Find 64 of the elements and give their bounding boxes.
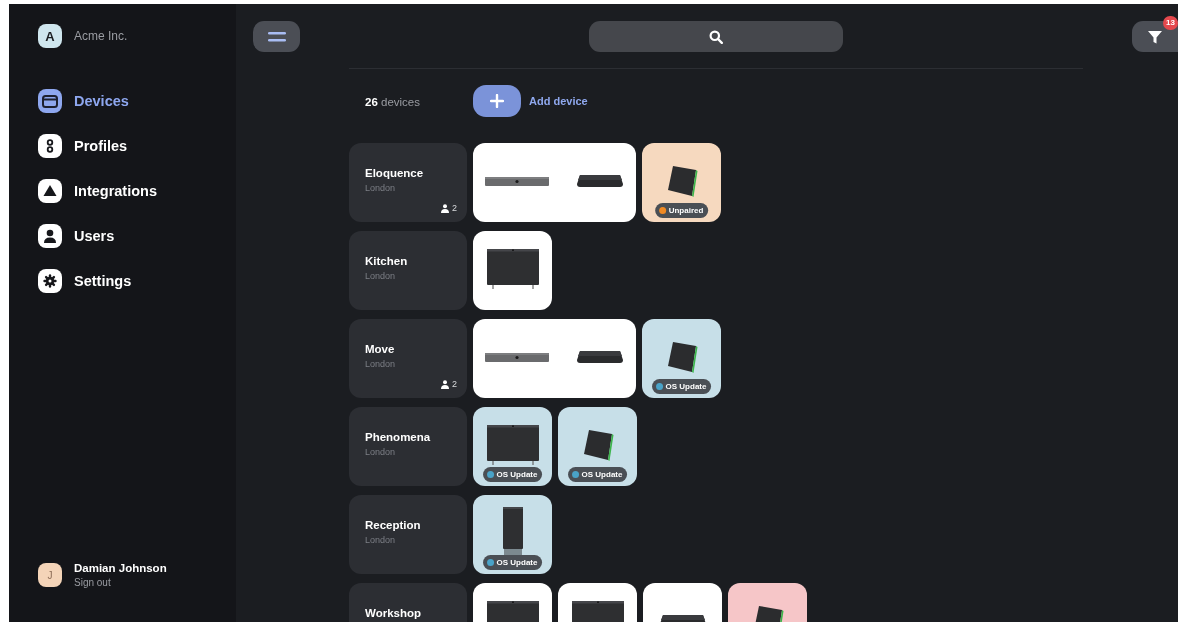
room-name: Move [365, 343, 396, 355]
device-tile[interactable] [473, 231, 552, 310]
status-badge: Unpaired [654, 203, 709, 218]
status-badge: OS Update [567, 467, 628, 482]
room-card[interactable]: Move London 2 [349, 319, 467, 398]
org-avatar: A [38, 24, 62, 48]
room-name: Workshop [365, 607, 422, 619]
profiles-icon [38, 134, 62, 158]
device-tile[interactable]: Unpaired [642, 143, 721, 222]
room-location: London [365, 183, 397, 193]
person-icon [441, 203, 449, 213]
filter-button[interactable] [1132, 21, 1178, 52]
room-location: London [365, 535, 397, 545]
room-name: Kitchen [365, 255, 409, 267]
nav-item[interactable]: Devices [38, 89, 129, 113]
nav-item[interactable]: Settings [38, 269, 132, 293]
nav-item[interactable]: Users [38, 224, 115, 248]
people-count: 2 [452, 203, 457, 213]
org-name: Acme Inc. [74, 29, 128, 43]
room-location: London [365, 271, 397, 281]
device-tile[interactable]: OS Update [558, 407, 637, 486]
user-name: Damian Johnson [74, 562, 167, 574]
display-drawing [484, 246, 541, 291]
room-name: Reception [365, 519, 422, 531]
menu-button[interactable] [253, 21, 300, 52]
device-count: 26 devices [365, 96, 420, 108]
nav-item[interactable]: Integrations [38, 179, 157, 203]
filter-count-badge: 13 [1163, 16, 1178, 30]
triangle-icon [38, 179, 62, 203]
device-tile[interactable] [473, 319, 636, 398]
device-tile[interactable]: OS Update [473, 495, 552, 574]
controller-drawing [574, 172, 625, 189]
add-device-link[interactable]: Add device [529, 95, 588, 107]
room-name: Phenomena [365, 431, 432, 443]
room-location: London [365, 359, 397, 369]
window-icon [38, 89, 62, 113]
room-card[interactable]: Kitchen London [349, 231, 467, 310]
user-icon [38, 224, 62, 248]
people-count: 2 [452, 379, 457, 389]
search-icon [709, 29, 723, 44]
filter-icon [1147, 28, 1163, 45]
room-card[interactable]: Reception London [349, 495, 467, 574]
sign-out-link[interactable]: Sign out [74, 577, 167, 588]
add-button[interactable] [473, 85, 521, 117]
settings-icon [38, 269, 62, 293]
room-location: London [365, 447, 397, 457]
nav-item[interactable]: Profiles [38, 134, 128, 158]
controller-drawing [574, 348, 625, 365]
search-field[interactable] [589, 21, 843, 52]
person-icon [441, 379, 449, 389]
device-tile[interactable]: OS Update [642, 319, 721, 398]
plus-icon [490, 94, 504, 108]
device-tile[interactable] [473, 143, 636, 222]
room-card[interactable]: Workshop [349, 583, 467, 622]
menu-icon [267, 30, 286, 43]
device-tile[interactable]: OS Update [473, 407, 552, 486]
status-badge: OS Update [651, 379, 712, 394]
status-badge: OS Update [482, 555, 543, 570]
status-badge: OS Update [482, 467, 543, 482]
room-card[interactable]: Phenomena London [349, 407, 467, 486]
room-card[interactable]: Eloquence London 2 [349, 143, 467, 222]
user-avatar: J [38, 563, 62, 587]
room-name: Eloquence [365, 167, 425, 179]
display-drawing [484, 422, 541, 467]
